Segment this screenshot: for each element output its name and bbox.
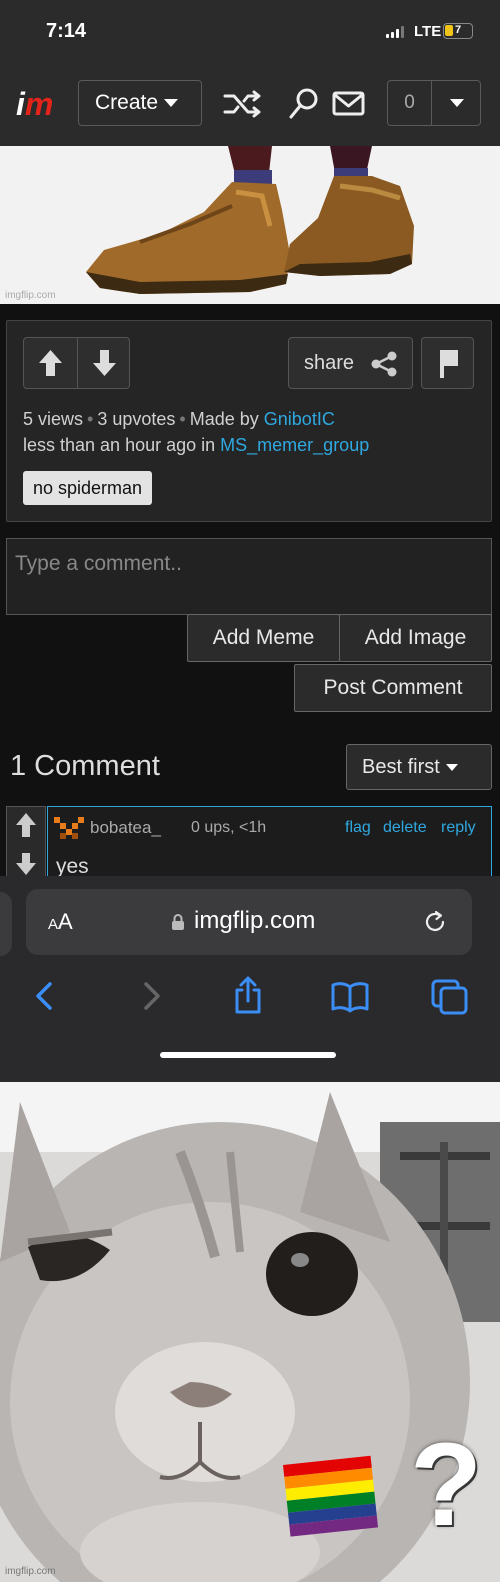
upvote-button[interactable] bbox=[24, 338, 77, 388]
share-icon[interactable] bbox=[228, 976, 268, 1016]
comment-vote-buttons bbox=[6, 806, 46, 878]
posted-time: less than an hour ago in bbox=[23, 435, 216, 455]
shuffle-icon[interactable] bbox=[222, 86, 262, 122]
notifications-dropdown[interactable]: 0 bbox=[387, 80, 481, 126]
upvotes-count: 3 upvotes bbox=[97, 409, 176, 429]
share-label: share bbox=[304, 352, 355, 374]
status-bar: 7:14 LTE 7 bbox=[0, 0, 500, 62]
create-button[interactable]: Create bbox=[78, 80, 202, 126]
pride-flag bbox=[283, 1455, 379, 1537]
meme-image-boots: imgflip.com bbox=[0, 146, 500, 304]
notification-count: 0 bbox=[388, 81, 432, 125]
share-button[interactable]: share bbox=[288, 337, 413, 389]
comment-item: bobatea_ 0 ups, <1h flag delete reply ye… bbox=[47, 806, 492, 878]
tabs-icon[interactable] bbox=[430, 976, 470, 1016]
previous-tab-preview[interactable] bbox=[0, 892, 12, 956]
avatar[interactable] bbox=[54, 817, 84, 839]
comments-count-title: 1 Comment bbox=[10, 750, 160, 782]
made-by-label: Made by bbox=[189, 409, 259, 429]
post-comment-button[interactable]: Post Comment bbox=[294, 664, 492, 712]
comment-upvote-button[interactable] bbox=[7, 807, 45, 845]
add-meme-button[interactable]: Add Meme bbox=[187, 614, 340, 662]
stream-link[interactable]: MS_memer_group bbox=[220, 435, 369, 455]
comment-delete-link[interactable]: delete bbox=[383, 819, 427, 837]
post-stats: 5 views • 3 upvotes • Made by GnibotIC bbox=[23, 409, 335, 429]
watermark: imgflip.com bbox=[5, 290, 56, 301]
imgflip-logo[interactable]: im bbox=[16, 86, 53, 122]
post-time-stream: less than an hour ago in MS_memer_group bbox=[23, 435, 369, 456]
battery-level: 7 bbox=[454, 24, 462, 36]
comment-reply-link[interactable]: reply bbox=[441, 819, 476, 837]
comment-username[interactable]: bobatea_ bbox=[90, 818, 161, 838]
flag-icon bbox=[440, 350, 458, 378]
create-label: Create bbox=[95, 91, 159, 114]
vote-buttons bbox=[23, 337, 130, 389]
text-size-small: A bbox=[48, 916, 59, 933]
network-label: LTE bbox=[414, 23, 442, 40]
post-tag[interactable]: no spiderman bbox=[23, 471, 153, 505]
reload-icon[interactable] bbox=[422, 909, 448, 935]
search-icon[interactable] bbox=[286, 86, 326, 122]
site-navbar: im Create 0 bbox=[0, 62, 500, 146]
chevron-down-icon bbox=[450, 99, 464, 107]
battery-icon: 7 bbox=[443, 23, 473, 39]
signal-icon bbox=[386, 26, 406, 38]
watermark: imgflip.com bbox=[5, 1566, 56, 1577]
comment-downvote-button[interactable] bbox=[7, 847, 45, 879]
phone-screenshot: 7:14 LTE 7 im Create 0 imgflip.com share… bbox=[0, 0, 500, 1082]
comment-flag-link[interactable]: flag bbox=[345, 819, 371, 837]
comment-text: yes bbox=[56, 855, 89, 878]
back-icon[interactable] bbox=[26, 976, 66, 1016]
mail-icon[interactable] bbox=[332, 86, 372, 122]
post-info-panel: share 5 views • 3 upvotes • Made by GnibotIC… bbox=[6, 320, 492, 522]
question-mark-text: ? bbox=[410, 1419, 483, 1551]
safari-toolbar: AA imgflip.com bbox=[0, 876, 500, 1082]
add-image-button[interactable]: Add Image bbox=[339, 614, 492, 662]
views-count: 5 views bbox=[23, 409, 84, 429]
logo-letter-m: m bbox=[24, 86, 54, 122]
share-icon bbox=[371, 351, 397, 377]
comment-input[interactable]: Type a comment.. bbox=[6, 538, 492, 615]
home-indicator[interactable] bbox=[160, 1052, 336, 1058]
forward-icon[interactable] bbox=[130, 976, 170, 1016]
sort-label: Best first bbox=[362, 756, 440, 778]
address-bar[interactable]: AA imgflip.com bbox=[26, 889, 472, 955]
chevron-down-icon bbox=[164, 99, 179, 108]
text-size-button[interactable]: AA bbox=[48, 909, 73, 935]
flag-button[interactable] bbox=[421, 337, 474, 389]
lock-icon bbox=[172, 914, 184, 930]
comment-meta: 0 ups, <1h bbox=[191, 819, 267, 836]
downvote-button[interactable] bbox=[78, 338, 131, 388]
sort-dropdown[interactable]: Best first bbox=[346, 744, 492, 790]
bookmarks-icon[interactable] bbox=[330, 976, 370, 1016]
chevron-down-icon bbox=[445, 764, 458, 772]
text-size-large: A bbox=[58, 909, 73, 934]
url-text: imgflip.com bbox=[194, 907, 316, 934]
status-time: 7:14 bbox=[46, 20, 87, 42]
author-link[interactable]: GnibotIC bbox=[264, 409, 335, 429]
logo-letter-i: i bbox=[16, 86, 25, 122]
